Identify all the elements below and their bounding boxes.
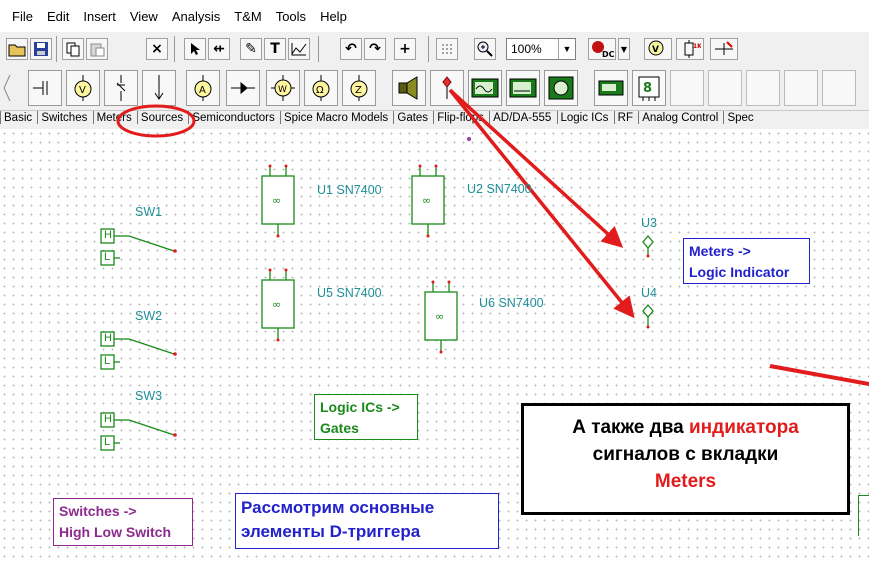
svg-text:∞: ∞ [272, 194, 281, 207]
sw1-high-label: H [104, 229, 112, 241]
title-note: Рассмотрим основные элементы D-триггера [235, 493, 499, 549]
gate-u6: ∞ [424, 282, 458, 352]
gate-u5-label: U5 SN7400 [317, 286, 382, 300]
arrow-to-u3 [448, 88, 624, 248]
meters-note: Meters -> Logic Indicator [683, 238, 810, 284]
logic-ics-note-line1: Logic ICs -> [320, 399, 400, 415]
switch-sw1-label: SW1 [135, 205, 163, 219]
sw3-high-label: H [104, 413, 112, 425]
switches-note: Switches -> High Low Switch [53, 498, 193, 546]
gate-u6-label: U6 SN7400 [479, 296, 544, 310]
switches-note-line2: High Low Switch [59, 524, 171, 540]
sw2-low-label: L [104, 355, 111, 367]
logic-indicator-u3 [642, 234, 654, 256]
logic-ics-note-line2: Gates [320, 420, 359, 436]
gate-u1: ∞ [261, 166, 295, 236]
meters-note-line2: Logic Indicator [689, 264, 790, 280]
callout-text: А также два [572, 417, 689, 438]
indicator-u3-label: U3 [641, 216, 657, 230]
callout-highlight: индикатора [688, 417, 799, 438]
gate-u2: ∞ [411, 166, 445, 236]
sw3-low-label: L [104, 436, 111, 448]
title-note-line1: Рассмотрим основные [241, 498, 435, 517]
sw2-high-label: H [104, 332, 112, 344]
callout-line1: А также два индикатора [524, 414, 847, 441]
callout-line2: сигналов с вкладки [592, 444, 779, 465]
svg-text:∞: ∞ [422, 194, 431, 207]
callout-box: А также два индикатора сигналов с вкладк… [521, 403, 850, 515]
logic-ics-note: Logic ICs -> Gates [314, 394, 418, 440]
arrow-to-callout [769, 364, 869, 386]
meters-tab-highlight [116, 104, 196, 138]
svg-text:∞: ∞ [435, 310, 444, 323]
logic-indicator-u4 [642, 303, 654, 327]
indicator-u4-label: U4 [641, 286, 657, 300]
gate-u1-label: U1 SN7400 [317, 183, 382, 197]
switch-sw2-label: SW2 [135, 309, 163, 323]
offscreen-note-edge [858, 495, 869, 536]
sw1-low-label: L [104, 251, 111, 263]
callout-line3: Meters [654, 471, 717, 492]
switch-sw3-label: SW3 [135, 389, 163, 403]
gate-u5: ∞ [261, 270, 295, 340]
meters-note-line1: Meters -> [689, 243, 751, 259]
svg-text:∞: ∞ [272, 298, 281, 311]
switches-note-line1: Switches -> [59, 503, 137, 519]
arrow-to-u4 [448, 88, 635, 319]
gate-u2-label: U2 SN7400 [467, 182, 532, 196]
title-note-line2: элементы D-триггера [241, 522, 421, 541]
